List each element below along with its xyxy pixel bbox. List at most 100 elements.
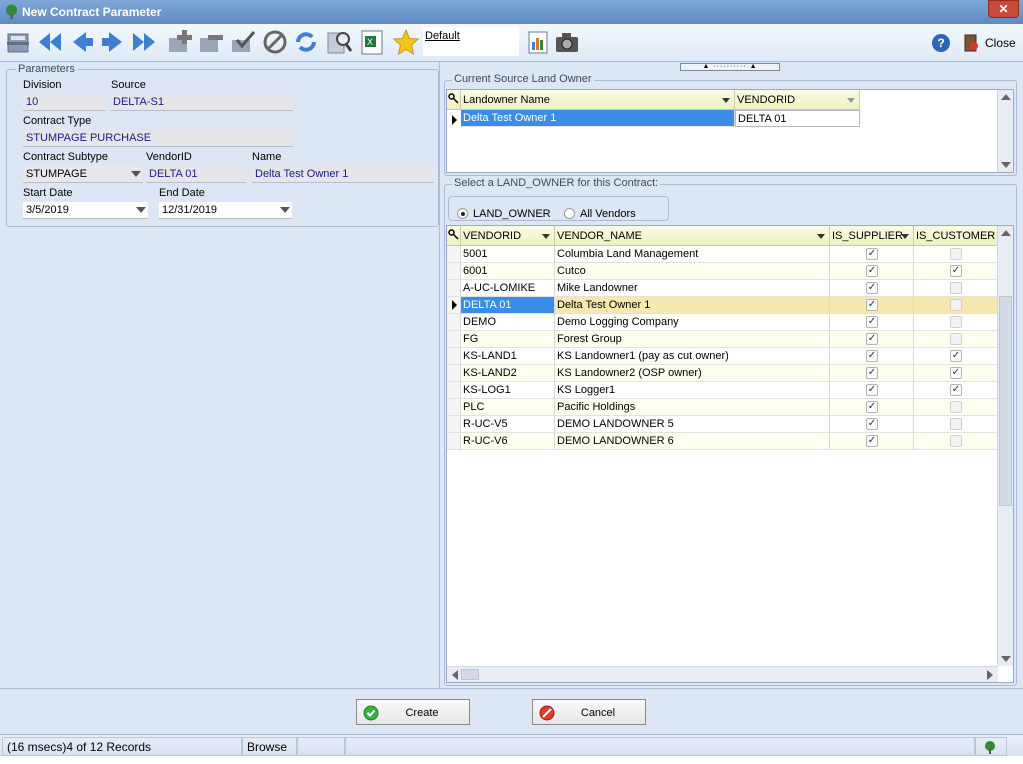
chevron-down-icon[interactable] [722, 98, 730, 103]
is-supplier-checkbox[interactable]: ✓ [866, 299, 878, 311]
is-supplier-checkbox[interactable]: ✓ [866, 248, 878, 260]
favorite-layout-link[interactable]: Default [425, 30, 460, 42]
table-row[interactable]: 5001 Columbia Land Management ✓ [447, 246, 998, 263]
vendorid-cell[interactable]: DEMO [461, 314, 555, 331]
row-indicator[interactable] [447, 246, 461, 263]
table-row[interactable]: R-UC-V5 DEMO LANDOWNER 5 ✓ [447, 416, 998, 433]
radio-land-owner[interactable] [457, 208, 468, 219]
is-supplier-checkbox[interactable]: ✓ [866, 316, 878, 328]
is-customer-checkbox[interactable] [950, 418, 962, 430]
table-row[interactable]: KS-LOG1 KS Logger1 ✓ ✓ [447, 382, 998, 399]
table-row[interactable]: DELTA 01 Delta Test Owner 1 ✓ [447, 297, 998, 314]
vendorid-cell[interactable]: DELTA 01 [461, 297, 555, 314]
table-row[interactable]: R-UC-V6 DEMO LANDOWNER 6 ✓ [447, 433, 998, 450]
row-indicator[interactable] [447, 348, 461, 365]
row-indicator[interactable] [447, 314, 461, 331]
vendorid-cell[interactable]: R-UC-V5 [461, 416, 555, 433]
previous-record-icon[interactable] [68, 28, 96, 56]
is-supplier-checkbox[interactable]: ✓ [866, 265, 878, 277]
contract-type-field[interactable]: STUMPAGE PURCHASE [23, 130, 293, 147]
is-customer-checkbox[interactable] [950, 333, 962, 345]
chevron-down-icon[interactable] [131, 171, 141, 177]
table-row[interactable]: PLC Pacific Holdings ✓ [447, 399, 998, 416]
column-header-vendorid[interactable]: VENDORID [735, 90, 860, 110]
close-door-icon[interactable] [963, 34, 981, 52]
contract-subtype-dropdown[interactable]: STUMPAGE [23, 166, 143, 183]
column-header-is-customer[interactable]: IS_CUSTOMER [914, 226, 998, 246]
is-supplier-checkbox[interactable]: ✓ [866, 401, 878, 413]
is-supplier-checkbox[interactable]: ✓ [866, 333, 878, 345]
current-owner-vendorid-cell[interactable]: DELTA 01 [735, 110, 860, 127]
delete-record-icon[interactable] [197, 28, 225, 56]
cancel-edit-icon[interactable] [261, 28, 289, 56]
last-record-icon[interactable] [131, 28, 159, 56]
vendorid-field[interactable]: DELTA 01 [146, 166, 246, 183]
first-record-icon[interactable] [35, 28, 63, 56]
column-header-vendor-name[interactable]: VENDOR_NAME [555, 226, 830, 246]
vendor-name-cell[interactable]: KS Landowner1 (pay as cut owner) [555, 348, 830, 365]
table-row[interactable]: KS-LAND1 KS Landowner1 (pay as cut owner)… [447, 348, 998, 365]
scroll-down-icon[interactable] [1001, 162, 1011, 168]
favorite-star-icon[interactable] [392, 28, 420, 56]
vendorid-cell[interactable]: KS-LOG1 [461, 382, 555, 399]
vendor-name-cell[interactable]: Delta Test Owner 1 [555, 297, 830, 314]
favorite-layout-field[interactable]: Default [423, 27, 519, 56]
is-customer-checkbox[interactable]: ✓ [950, 265, 962, 277]
is-customer-checkbox[interactable]: ✓ [950, 350, 962, 362]
vendorid-cell[interactable]: FG [461, 331, 555, 348]
create-button[interactable]: Create [356, 699, 470, 725]
scroll-up-icon[interactable] [1001, 94, 1011, 100]
vendor-name-cell[interactable]: Mike Landowner [555, 280, 830, 297]
hscroll-thumb[interactable] [461, 669, 479, 680]
vendor-name-cell[interactable]: DEMO LANDOWNER 5 [555, 416, 830, 433]
vendor-name-cell[interactable]: Forest Group [555, 331, 830, 348]
scroll-right-icon[interactable] [987, 670, 993, 680]
scroll-thumb[interactable] [999, 296, 1012, 506]
vendorid-cell[interactable]: A-UC-LOMIKE [461, 280, 555, 297]
row-indicator[interactable] [447, 331, 461, 348]
current-owner-name-cell[interactable]: Delta Test Owner 1 [461, 110, 735, 127]
vendor-grid-hscrollbar[interactable] [447, 666, 998, 682]
vendor-name-cell[interactable]: KS Logger1 [555, 382, 830, 399]
vendorid-cell[interactable]: KS-LAND1 [461, 348, 555, 365]
vendor-name-cell[interactable]: KS Landowner2 (OSP owner) [555, 365, 830, 382]
chevron-down-icon[interactable] [280, 207, 290, 213]
vendor-grid-vscrollbar[interactable] [997, 226, 1013, 666]
add-record-icon[interactable] [166, 28, 194, 56]
vendor-name-cell[interactable]: Pacific Holdings [555, 399, 830, 416]
table-row[interactable]: 6001 Cutco ✓ ✓ [447, 263, 998, 280]
export-excel-icon[interactable]: X [358, 28, 386, 56]
post-record-icon[interactable] [229, 28, 257, 56]
table-row[interactable]: FG Forest Group ✓ [447, 331, 998, 348]
vendorid-cell[interactable]: PLC [461, 399, 555, 416]
vendorid-cell[interactable]: R-UC-V6 [461, 433, 555, 450]
chevron-down-icon[interactable] [817, 234, 825, 239]
row-indicator[interactable] [447, 416, 461, 433]
refresh-icon[interactable] [292, 28, 320, 56]
current-owner-scrollbar[interactable] [997, 90, 1013, 172]
is-customer-checkbox[interactable] [950, 248, 962, 260]
name-field[interactable]: Delta Test Owner 1 [252, 166, 434, 183]
row-indicator[interactable] [447, 382, 461, 399]
row-indicator[interactable] [447, 297, 461, 314]
radio-all-vendors[interactable] [564, 208, 575, 219]
is-customer-checkbox[interactable]: ✓ [950, 384, 962, 396]
chevron-down-icon[interactable] [542, 234, 550, 239]
table-row[interactable]: KS-LAND2 KS Landowner2 (OSP owner) ✓ ✓ [447, 365, 998, 382]
is-supplier-checkbox[interactable]: ✓ [866, 435, 878, 447]
vendorid-cell[interactable]: KS-LAND2 [461, 365, 555, 382]
chevron-down-icon[interactable] [901, 234, 909, 239]
row-indicator[interactable] [447, 433, 461, 450]
row-indicator[interactable] [447, 399, 461, 416]
start-date-picker[interactable]: 3/5/2019 [23, 202, 148, 219]
save-record-icon[interactable] [4, 28, 32, 56]
cancel-button[interactable]: Cancel [532, 699, 646, 725]
splitter-handle[interactable]: ▲ ·········· ▲ [680, 63, 780, 71]
is-supplier-checkbox[interactable]: ✓ [866, 384, 878, 396]
is-customer-checkbox[interactable] [950, 299, 962, 311]
window-close-button[interactable]: ✕ [988, 0, 1019, 18]
row-indicator[interactable] [447, 365, 461, 382]
scroll-left-icon[interactable] [452, 670, 458, 680]
column-header-is-supplier[interactable]: IS_SUPPLIER [830, 226, 914, 246]
scroll-up-icon[interactable] [1001, 230, 1011, 236]
